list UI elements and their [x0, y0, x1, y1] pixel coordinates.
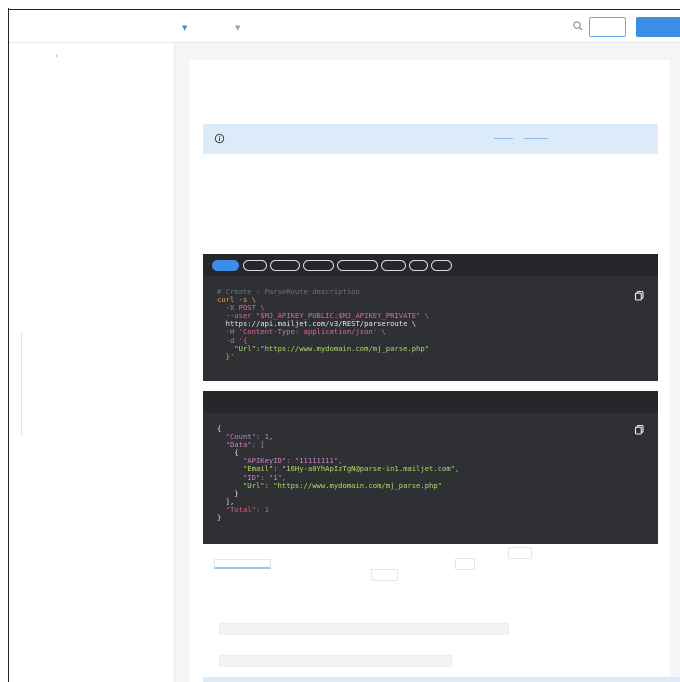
- response-code-panel: { "Count": 1, "Data": [ { "APIKeyID": "1…: [203, 391, 658, 544]
- sidebar-scrollbar[interactable]: [21, 333, 22, 435]
- top-navigation-bar: ▼ ▼: [9, 9, 680, 43]
- chevron-down-icon[interactable]: ▼: [182, 25, 187, 32]
- info-link[interactable]: [494, 138, 513, 139]
- code-line: }': [217, 351, 235, 361]
- language-tab[interactable]: [409, 260, 428, 271]
- language-tab[interactable]: [270, 260, 300, 271]
- response-header: [203, 391, 658, 413]
- code-line: "Url": "https://www.mydomain.com/mj_pars…: [217, 480, 443, 490]
- chevron-right-icon[interactable]: ›: [55, 51, 58, 60]
- request-code-block: # Create : ParseRoute description curl -…: [217, 287, 430, 361]
- request-code-panel: # Create : ParseRoute description curl -…: [203, 254, 658, 381]
- code-line: "Url":"https://www.mydomain.com/mj_parse…: [217, 343, 430, 353]
- sidebar: ›: [9, 43, 175, 682]
- placeholder-row: [219, 655, 452, 667]
- language-tab[interactable]: [243, 260, 267, 271]
- response-code-block: { "Count": 1, "Data": [ { "APIKeyID": "1…: [217, 424, 459, 523]
- placeholder-chip: [371, 569, 398, 581]
- window-left-margin: [0, 8, 9, 682]
- language-tab[interactable]: [303, 260, 334, 271]
- placeholder-row: [219, 623, 509, 635]
- code-line: }: [217, 513, 222, 523]
- primary-action-button[interactable]: [636, 17, 680, 37]
- language-tab[interactable]: [212, 260, 239, 271]
- window-top-margin: [0, 0, 680, 8]
- info-icon: [214, 133, 225, 144]
- search-icon[interactable]: [571, 19, 585, 33]
- chevron-down-icon[interactable]: ▼: [235, 25, 240, 32]
- info-link[interactable]: [524, 138, 548, 139]
- placeholder-chip: [508, 547, 532, 559]
- info-callout-bottom: [203, 677, 680, 682]
- language-tab[interactable]: [337, 260, 378, 271]
- copy-icon[interactable]: [634, 290, 645, 301]
- info-callout: [203, 124, 658, 154]
- table-tab-active[interactable]: [214, 559, 271, 569]
- code-line: "Total": 1: [217, 504, 269, 514]
- language-tab[interactable]: [431, 260, 452, 271]
- language-tab[interactable]: [381, 260, 406, 271]
- copy-icon[interactable]: [634, 424, 645, 435]
- placeholder-chip: [455, 558, 475, 570]
- language-tab-bar: [203, 254, 658, 276]
- search-input[interactable]: [589, 17, 626, 37]
